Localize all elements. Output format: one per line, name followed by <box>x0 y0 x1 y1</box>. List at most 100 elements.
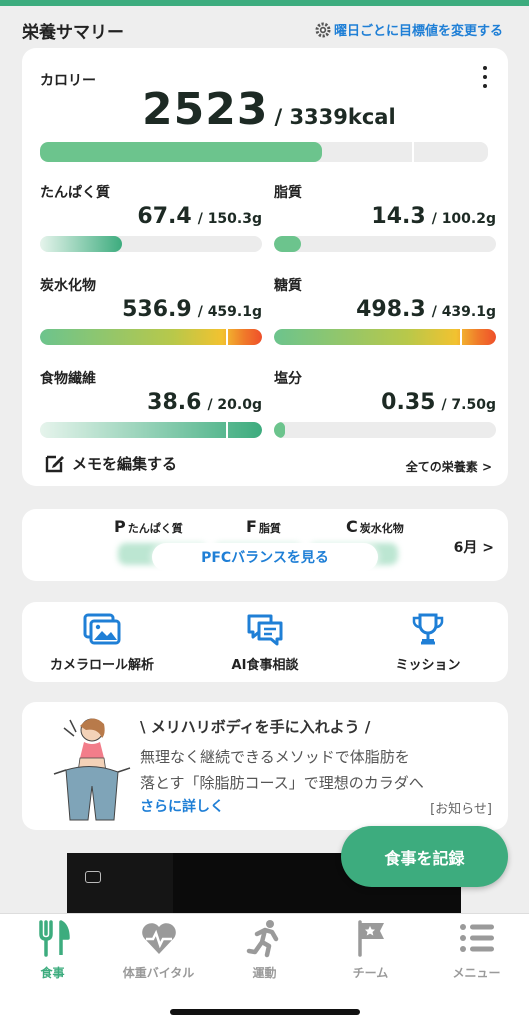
nutrient-value: 536.9 <box>122 297 192 322</box>
nutrient-progress-fill <box>40 422 262 438</box>
feature-label: ミッション <box>395 658 461 673</box>
nutrient-target: / 459.1g <box>197 304 262 320</box>
nutrient-sugar[interactable]: 糖質 498.3 / 439.1g <box>274 275 496 363</box>
ai-meal-consultation-button[interactable]: AI食事相談 <box>185 612 345 674</box>
calorie-label: カロリー <box>40 73 96 89</box>
nutrient-name: 塩分 <box>274 371 302 387</box>
target-tick <box>460 329 463 345</box>
nutrient-value: 38.6 <box>147 390 202 415</box>
nutrient-dietary-fiber[interactable]: 食物繊維 38.6 / 20.0g <box>40 368 262 456</box>
record-meal-button[interactable]: 食事を記録 <box>341 826 508 887</box>
summary-header: 栄養サマリー 曜日ごとに目標値を変更する <box>0 6 529 46</box>
nutrient-progress-bar <box>274 422 496 438</box>
nutrient-progress-bar <box>40 422 262 438</box>
pfc-legend: P たんぱく質 F 脂質 C 炭水化物 <box>114 517 414 537</box>
announcement-body: 無理なく継続できるメソッドで体脂肪を 落とす「除脂肪コース」で理想のカラダへ <box>140 744 480 796</box>
edit-note-icon <box>45 455 64 473</box>
change-weekday-targets-link[interactable]: 曜日ごとに目標値を変更する <box>315 20 503 39</box>
nutrient-amount: 14.3 / 100.2g <box>371 204 496 229</box>
flag-icon <box>357 920 384 957</box>
nutrient-value: 0.35 <box>381 390 436 415</box>
calorie-readout: 2523 / 3339kcal <box>142 84 396 135</box>
nutrient-progress-bar <box>40 236 262 252</box>
announcement-body-line: 落とす「除脂肪コース」で理想のカラダへ <box>140 774 424 792</box>
ad-banner-panel <box>67 853 173 919</box>
nutrient-target: / 439.1g <box>431 304 496 320</box>
calorie-progress-fill <box>40 142 323 162</box>
fork-knife-icon <box>38 920 70 957</box>
pfc-letter: C <box>346 517 358 536</box>
nutrient-progress-fill <box>274 236 301 252</box>
view-pfc-balance-button[interactable]: PFCバランスを見る <box>152 543 378 571</box>
nutrient-amount: 0.35 / 7.50g <box>381 390 496 415</box>
nutrient-name: 食物繊維 <box>40 371 96 387</box>
tab-exercise[interactable]: 運動 <box>212 918 317 988</box>
nutrient-carbohydrate[interactable]: 炭水化物 536.9 / 459.1g <box>40 275 262 363</box>
pfc-name: 脂質 <box>258 522 281 535</box>
nutrient-protein[interactable]: たんぱく質 67.4 / 150.3g <box>40 182 262 270</box>
nutrient-target: / 7.50g <box>441 397 496 413</box>
nutrient-amount: 498.3 / 439.1g <box>356 297 496 322</box>
running-icon <box>246 920 278 958</box>
announcement-tag: [お知らせ] <box>430 802 492 817</box>
trophy-icon <box>412 613 444 645</box>
nutrient-progress-fill <box>274 422 286 438</box>
fitness-woman-illustration <box>53 718 131 821</box>
menu-list-icon <box>459 924 494 952</box>
tab-team[interactable]: チーム <box>318 918 423 988</box>
heart-pulse-icon <box>141 923 176 954</box>
tab-menu[interactable]: メニュー <box>424 918 529 988</box>
bottom-tab-bar: 食事 体重バイタル 運動 チーム メニュー <box>0 913 529 1024</box>
tab-label: 体重バイタル <box>122 966 195 980</box>
target-tick <box>226 422 229 438</box>
more-options-icon[interactable] <box>480 66 490 88</box>
mission-button[interactable]: ミッション <box>348 612 508 674</box>
nutrient-name: 糖質 <box>274 278 302 294</box>
ad-info-icon <box>85 871 101 883</box>
home-indicator <box>170 1009 360 1015</box>
nutrient-target: / 20.0g <box>207 397 262 413</box>
target-tick <box>226 329 229 345</box>
nutrient-salt[interactable]: 塩分 0.35 / 7.50g <box>274 368 496 456</box>
nutrient-value: 14.3 <box>371 204 426 229</box>
pfc-name: たんぱく質 <box>127 522 183 535</box>
pfc-item-carbohydrate: C 炭水化物 <box>346 517 404 536</box>
image-gallery-icon <box>83 613 121 645</box>
month-selector[interactable]: 6月 > <box>454 537 494 557</box>
read-more-link[interactable]: さらに詳しく <box>140 796 224 816</box>
tab-weight-vital[interactable]: 体重バイタル <box>106 918 211 988</box>
all-nutrients-link[interactable]: 全ての栄養素 > <box>406 458 492 475</box>
feature-shortcuts-card: カメラロール解析 AI食事相談 ミッション <box>22 602 508 682</box>
nutrient-progress-bar <box>274 236 496 252</box>
tab-label: 食事 <box>40 966 65 980</box>
tab-label: チーム <box>352 966 389 980</box>
calorie-target: / 3339kcal <box>274 105 396 129</box>
nutrient-name: 脂質 <box>274 185 302 201</box>
camera-roll-analysis-button[interactable]: カメラロール解析 <box>22 612 182 674</box>
announcement-card[interactable]: \ メリハリボディを手に入れよう / 無理なく継続できるメソッドで体脂肪を 落と… <box>22 702 508 830</box>
edit-memo-button[interactable]: メモを編集する <box>44 452 177 474</box>
pfc-letter: F <box>246 517 257 536</box>
tab-label: メニュー <box>452 966 501 980</box>
pfc-balance-card[interactable]: P たんぱく質 F 脂質 C 炭水化物 PFCバランスを見る 6月 > <box>22 509 508 581</box>
tab-meal[interactable]: 食事 <box>0 918 105 988</box>
nutrient-fat[interactable]: 脂質 14.3 / 100.2g <box>274 182 496 270</box>
nutrient-progress-bar <box>274 329 496 345</box>
nutrition-summary-card: カロリー 2523 / 3339kcal たんぱく質 67.4 / 150.3g… <box>22 48 508 486</box>
nutrient-target: / 150.3g <box>197 211 262 227</box>
nutrient-value: 498.3 <box>356 297 426 322</box>
chat-icon <box>247 614 283 646</box>
nutrient-progress-bar <box>40 329 262 345</box>
announcement-title: \ メリハリボディを手に入れよう / <box>140 718 371 736</box>
nutrient-progress-fill <box>40 329 262 345</box>
announcement-body-line: 無理なく継続できるメソッドで体脂肪を <box>140 748 410 766</box>
nutrient-amount: 67.4 / 150.3g <box>137 204 262 229</box>
gear-icon <box>315 22 331 37</box>
edit-memo-label: メモを編集する <box>72 454 178 473</box>
nutrient-name: 炭水化物 <box>40 278 96 294</box>
feature-label: カメラロール解析 <box>49 658 154 673</box>
tab-label: 運動 <box>252 966 277 980</box>
pfc-name: 炭水化物 <box>359 522 404 535</box>
nutrient-name: たんぱく質 <box>40 185 110 201</box>
change-weekday-targets-label: 曜日ごとに目標値を変更する <box>333 24 503 39</box>
